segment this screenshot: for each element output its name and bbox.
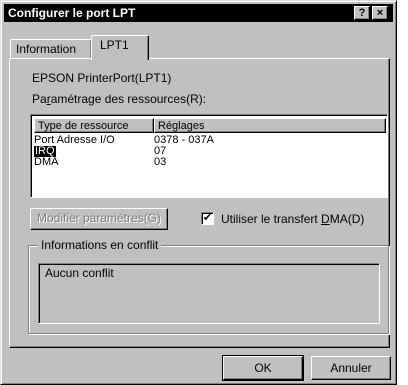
dialog-window: Configurer le port LPT ? × Information L… xyxy=(0,0,397,385)
column-header-type[interactable]: Type de ressource xyxy=(34,118,154,133)
ok-button[interactable]: OK xyxy=(223,356,303,380)
device-name: EPSON PrinterPort(LPT1) xyxy=(32,71,172,85)
modify-settings-button[interactable]: Modifier paramètres(G) xyxy=(30,208,168,230)
title-bar[interactable]: Configurer le port LPT ? × xyxy=(4,4,393,22)
help-button[interactable]: ? xyxy=(354,6,370,20)
checkmark-icon: ✔ xyxy=(202,212,213,224)
dma-checkbox-label[interactable]: Utiliser le transfert DMA(D) xyxy=(221,212,364,226)
column-header-setting[interactable]: Réglages xyxy=(154,118,386,133)
resources-list[interactable]: Type de ressource Réglages Port Adresse … xyxy=(30,114,388,198)
tab-lpt1[interactable]: LPT1 xyxy=(91,35,149,60)
cancel-button[interactable]: Annuler xyxy=(311,356,391,380)
dma-checkbox[interactable]: ✔ xyxy=(201,212,214,225)
tab-information-label: Information xyxy=(16,42,77,56)
conflict-info-box: Aucun conflit xyxy=(38,263,380,324)
resource-setting: 03 xyxy=(154,156,167,168)
cancel-button-label: Annuler xyxy=(330,361,372,375)
ok-button-label: OK xyxy=(254,361,272,375)
resource-type: DMA xyxy=(34,156,59,168)
resources-label: Paramétrage des ressources(R): xyxy=(32,92,207,106)
tab-information[interactable]: Information xyxy=(10,39,92,59)
help-icon: ? xyxy=(358,7,366,19)
conflict-group-title: Informations en conflit xyxy=(38,239,162,251)
close-button[interactable]: × xyxy=(372,6,388,20)
tab-lpt1-label: LPT1 xyxy=(100,38,129,52)
window-title: Configurer le port LPT xyxy=(8,6,136,20)
close-icon: × xyxy=(376,7,384,19)
conflict-text: Aucun conflit xyxy=(45,266,114,280)
